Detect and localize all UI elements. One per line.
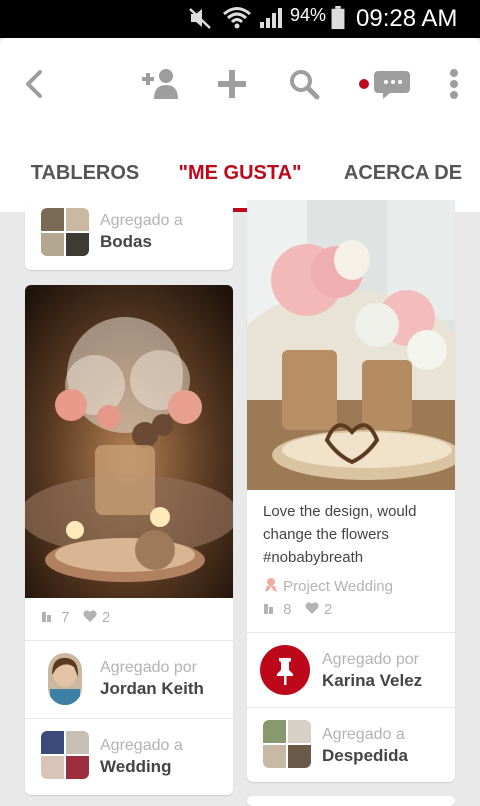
added-to-label: Agregado a	[322, 726, 405, 743]
repin-count: 7	[61, 609, 70, 626]
added-to-label: Agregado a	[100, 212, 183, 229]
added-to-row[interactable]: Agregado a Wedding	[25, 718, 233, 795]
added-to-label: Agregado a	[100, 737, 183, 754]
repin-icon	[264, 604, 273, 614]
pin-icon	[277, 658, 293, 685]
board-name[interactable]: Despedida	[322, 746, 408, 766]
add-friend-button[interactable]	[138, 62, 182, 106]
status-bar: 94% 09:28 AM	[0, 0, 480, 38]
clock: 09:28 AM	[356, 5, 458, 32]
added-by-row[interactable]: Agregado por Karina Velez	[247, 632, 455, 708]
board-thumbnail	[263, 720, 311, 768]
messages-icon	[359, 71, 410, 99]
like-count: 2	[323, 601, 333, 618]
repin-icon	[42, 612, 51, 622]
avatar	[260, 645, 310, 695]
user-name[interactable]: Jordan Keith	[100, 679, 204, 699]
added-to-row[interactable]: Agregado a Despedida	[247, 707, 455, 782]
pin-source-label: Project Wedding	[283, 578, 393, 595]
ribbon-icon	[265, 578, 277, 592]
board-thumbnail	[41, 208, 89, 256]
more-options-button[interactable]	[432, 62, 476, 106]
pin-description: Love the design, would change the flower…	[263, 503, 417, 566]
board-thumbnail	[41, 731, 89, 779]
wifi-icon	[223, 7, 251, 29]
add-friend-icon	[142, 69, 178, 99]
pin-source[interactable]: Project Wedding	[263, 577, 393, 595]
pin-card[interactable]: 7 2 Agregado por Jordan Keith Agregado a…	[25, 285, 233, 795]
added-by-row[interactable]: Agregado por Jordan Keith	[25, 640, 233, 719]
like-count: 2	[101, 609, 111, 626]
plus-icon	[218, 70, 246, 98]
repin-count: 8	[283, 601, 292, 618]
pin-card[interactable]: Agregado a Bodas	[25, 200, 233, 270]
mute-icon	[189, 8, 211, 29]
heart-icon	[305, 602, 319, 614]
heart-icon	[83, 610, 97, 622]
search-icon	[290, 70, 320, 100]
pin-card[interactable]	[247, 796, 455, 806]
signal-icon	[260, 8, 282, 28]
battery-icon	[331, 6, 345, 30]
pin-stats: 8 2	[263, 601, 332, 618]
avatar	[48, 653, 82, 705]
notification-dot	[359, 79, 369, 89]
tab-likes-label: "ME GUSTA"	[178, 162, 302, 184]
back-arrow-icon	[26, 70, 42, 98]
battery-percent: 94%	[290, 5, 327, 25]
profile-header: TABLEROS "ME GUSTA" ACERCA DE	[0, 38, 480, 212]
pin-card[interactable]: Love the design, would change the flower…	[247, 200, 455, 782]
user-name[interactable]: Karina Velez	[322, 671, 422, 691]
messages-button[interactable]	[354, 62, 414, 106]
board-name[interactable]: Wedding	[100, 757, 171, 777]
pin-image[interactable]	[247, 200, 455, 490]
added-by-label: Agregado por	[100, 659, 197, 676]
back-button[interactable]	[12, 62, 56, 106]
add-pin-button[interactable]	[210, 62, 254, 106]
board-name[interactable]: Bodas	[100, 232, 152, 252]
added-by-label: Agregado por	[322, 651, 419, 668]
more-icon	[450, 69, 458, 99]
pin-stats: 7 2	[41, 609, 110, 626]
search-button[interactable]	[282, 62, 326, 106]
pin-image[interactable]	[25, 285, 233, 598]
